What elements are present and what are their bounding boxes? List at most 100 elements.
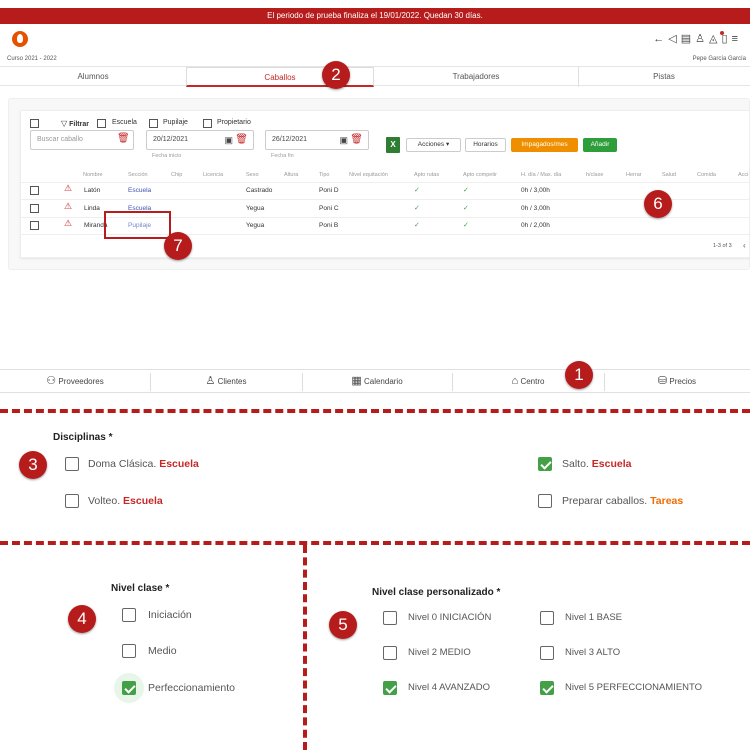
pagination-label: 1-3 of 3 [713, 243, 732, 249]
top-icons: ←◁▤♙◬▯≡ [653, 32, 742, 45]
col-header[interactable]: H. día / Max. día [521, 172, 561, 178]
tab-pistas[interactable]: Pistas [578, 67, 750, 87]
col-header[interactable]: Apto competir [463, 172, 497, 178]
nav-proveedores[interactable]: ⚇ Proveedores [0, 370, 150, 394]
row-checkbox[interactable] [30, 186, 39, 195]
col-header[interactable]: Tipo [319, 172, 330, 178]
clear-search-icon[interactable]: 🗑 [117, 133, 130, 144]
col-header[interactable]: Nombre [83, 172, 103, 178]
calendar-icon[interactable]: ▣ [339, 131, 348, 149]
calendar-icon: ▦ [351, 375, 362, 387]
filter-icon: ▽ [61, 119, 68, 128]
disciplina-checkbox[interactable] [538, 494, 552, 508]
select-all-checkbox[interactable] [30, 119, 39, 128]
row-checkbox[interactable] [30, 221, 39, 230]
bell-icon[interactable]: ◬ [709, 33, 721, 45]
nav-clientes[interactable]: ♙ Clientes [150, 370, 302, 394]
disciplina-label: Doma Clásica. Escuela [88, 458, 199, 470]
filter-pupilaje-checkbox[interactable] [149, 119, 158, 128]
col-header[interactable]: Apto rutas [414, 172, 439, 178]
filter-escuela-label: Escuela [112, 119, 137, 126]
menu-icon[interactable]: ≡ [732, 33, 742, 45]
course-label: Curso 2021 - 2022 [7, 56, 57, 62]
suppliers-icon: ⚇ [46, 375, 57, 387]
col-header[interactable]: Licencia [203, 172, 223, 178]
caret-down-icon: ▾ [445, 141, 450, 148]
actions-dropdown[interactable]: Acciones ▾ [406, 138, 461, 152]
col-header[interactable]: Herrar [626, 172, 642, 178]
horse-name[interactable]: Linda [84, 205, 100, 212]
col-header[interactable]: Sexo [246, 172, 259, 178]
horse-name[interactable]: Latón [84, 187, 100, 194]
warning-icon: ⚠ [64, 201, 73, 211]
prev-page-icon[interactable]: ‹ [743, 241, 746, 250]
routes-check-icon: ✓ [414, 187, 420, 194]
prices-icon: ⛁ [657, 375, 668, 387]
megaphone-icon[interactable]: ◁ [668, 33, 680, 45]
user-name[interactable]: Pepe García García [693, 56, 746, 62]
pupilaje-highlight-box [104, 211, 171, 239]
warning-icon: ⚠ [64, 218, 73, 228]
horse-section[interactable]: Escuela [128, 187, 151, 194]
tab-trabajadores[interactable]: Trabajadores [374, 67, 578, 87]
col-header[interactable]: Comida [697, 172, 716, 178]
nivel-personalizado-checkbox[interactable] [540, 646, 554, 660]
nivel-personalizado-title: Nivel clase personalizado * [372, 587, 501, 598]
filter-toggle[interactable]: ▽ Filtrar [61, 119, 89, 128]
nivel-clase-checkbox[interactable] [122, 608, 136, 622]
col-header[interactable]: Chip [171, 172, 182, 178]
col-header[interactable]: Nivel equitación [349, 172, 388, 178]
hours-button[interactable]: Horarios [465, 138, 506, 152]
filter-propietario-checkbox[interactable] [203, 119, 212, 128]
col-header[interactable]: Sección [128, 172, 148, 178]
nivel-personalizado-checkbox[interactable] [540, 681, 554, 695]
nivel-clase-label: Perfeccionamiento [148, 682, 235, 694]
nivel-personalizado-checkbox[interactable] [383, 646, 397, 660]
col-header[interactable]: h/clase [586, 172, 603, 178]
row-checkbox[interactable] [30, 204, 39, 213]
date-start-input[interactable]: 20/12/2021 ▣ 🗑 [146, 130, 254, 150]
cash-register-icon[interactable]: ▤ [681, 33, 695, 45]
horse-sex: Yegua [246, 205, 265, 212]
clear-date-end-icon[interactable]: 🗑 [350, 131, 363, 149]
calendar-icon[interactable]: ▣ [224, 131, 233, 149]
nivel-clase-checkbox[interactable] [122, 681, 136, 695]
back-arrow-icon[interactable]: ← [653, 33, 668, 45]
clear-date-start-icon[interactable]: 🗑 [235, 131, 248, 149]
nivel-clase-label: Medio [148, 645, 177, 657]
filter-escuela-checkbox[interactable] [97, 119, 106, 128]
disciplina-checkbox[interactable] [65, 494, 79, 508]
col-header[interactable]: Acci [738, 172, 748, 178]
shirt-icon[interactable]: ♙ [695, 33, 709, 45]
nav-precios[interactable]: ⛁ Precios [604, 370, 750, 394]
compete-check-icon: ✓ [463, 187, 469, 194]
nivel-personalizado-label: Nivel 3 ALTO [565, 647, 621, 658]
col-header[interactable]: Salud [662, 172, 676, 178]
section-divider [0, 409, 750, 413]
tab-alumnos[interactable]: Alumnos [0, 67, 186, 87]
horse-sex: Castrado [246, 187, 273, 194]
nivel-personalizado-checkbox[interactable] [540, 611, 554, 625]
disciplina-checkbox[interactable] [538, 457, 552, 471]
nivel-clase-checkbox[interactable] [122, 644, 136, 658]
app-logo[interactable] [12, 31, 28, 47]
disciplina-checkbox[interactable] [65, 457, 79, 471]
clients-icon: ♙ [205, 375, 216, 387]
home-icon: ⌂ [511, 375, 519, 387]
col-header[interactable]: Altura [284, 172, 298, 178]
add-button[interactable]: Añadir [583, 138, 617, 152]
date-start-label: Fecha inicio [152, 153, 182, 159]
annotation-badge-2: 2 [322, 61, 350, 89]
nav-calendario[interactable]: ▦ Calendario [302, 370, 452, 394]
horse-hours: 0h / 3,00h [521, 205, 550, 212]
nivel-personalizado-checkbox[interactable] [383, 611, 397, 625]
date-end-input[interactable]: 26/12/2021 ▣ 🗑 [265, 130, 369, 150]
unpaid-button[interactable]: Impagados/mes [511, 138, 578, 152]
annotation-badge-4: 4 [68, 605, 96, 633]
phone-icon[interactable]: ▯ [722, 33, 732, 45]
excel-export-icon[interactable]: X [386, 137, 400, 153]
filter-pupilaje-label: Pupilaje [163, 119, 188, 126]
nivel-personalizado-checkbox[interactable] [383, 681, 397, 695]
horse-type: Poni D [319, 187, 339, 194]
date-end-label: Fecha fin [271, 153, 294, 159]
